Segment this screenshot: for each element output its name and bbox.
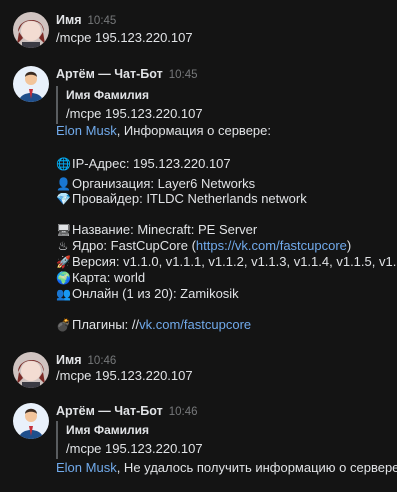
info-version-text: Версия: v1.1.0, v1.1.1, v1.1.2, v1.1.3, … [72,254,397,269]
info-core-text: Ядро: FastCupCore ( [72,238,196,253]
message-author[interactable]: Имя [56,13,82,27]
info-online-text: Онлайн (1 из 20): Zamikosik [72,286,239,301]
info-ip-text: IP-Адрес: 195.123.220.107 [72,156,231,171]
reply-quote[interactable]: Имя Фамилия /mcpe 195.123.220.107 [56,421,203,459]
info-provider-text: Провайдер: ITLDC Netherlands network [72,191,307,206]
info-online: 👥Онлайн (1 из 20): Zamikosik [56,284,239,304]
message-text: /mcpe 195.123.220.107 [56,368,193,383]
user-mention-link[interactable]: Elon Musk [56,460,117,475]
error-text: , Не удалось получить информацию о серве… [116,460,397,475]
quote-author: Имя Фамилия [66,88,150,102]
chat-history: Имя 10:45 /mcpe 195.123.220.107 Артём — Ч… [0,0,397,492]
quote-author: Имя Фамилия [66,423,150,437]
people-icon: 👥 [56,287,71,301]
user-mention-link[interactable]: Elon Musk [56,123,117,138]
info-plugins-text: Плагины: // [72,317,140,332]
info-plugins: 💣Плагины: //vk.com/fastcupcore [56,315,251,335]
bomb-icon: 💣 [56,318,71,332]
info-server-name-text: Название: Minecraft: PE Server [72,222,258,237]
intro-text: , Информация о сервере: [116,123,271,138]
message-author[interactable]: Артём — Чат-Бот [56,404,163,418]
info-ip: 🌐IP-Адрес: 195.123.220.107 [56,154,231,174]
info-provider: 💎Провайдер: ITLDC Netherlands network [56,189,307,209]
bot-avatar[interactable] [13,66,49,102]
bot-avatar[interactable] [13,403,49,439]
bot-error-line: Elon Musk, Не удалось получить информаци… [56,458,397,478]
info-map-text: Карта: world [72,270,146,285]
gem-icon: 💎 [56,192,71,206]
message-author[interactable]: Артём — Чат-Бот [56,67,163,81]
message-text: /mcpe 195.123.220.107 [56,30,193,45]
message-time[interactable]: 10:45 [88,15,117,27]
message-time[interactable]: 10:46 [169,406,198,418]
plugins-link[interactable]: vk.com/fastcupcore [139,317,251,332]
quote-text: /mcpe 195.123.220.107 [66,441,203,456]
user-avatar[interactable] [13,12,49,48]
user-avatar[interactable] [13,352,49,388]
globe-icon: 🌐 [56,157,71,171]
reply-quote[interactable]: Имя Фамилия /mcpe 195.123.220.107 [56,86,203,124]
bot-intro-line: Elon Musk, Информация о сервере: [56,121,271,141]
info-core-suffix: ) [346,238,352,253]
message-time[interactable]: 10:45 [169,69,198,81]
message-author[interactable]: Имя [56,353,82,367]
core-link[interactable]: https://vk.com/fastcupcore [196,238,347,253]
